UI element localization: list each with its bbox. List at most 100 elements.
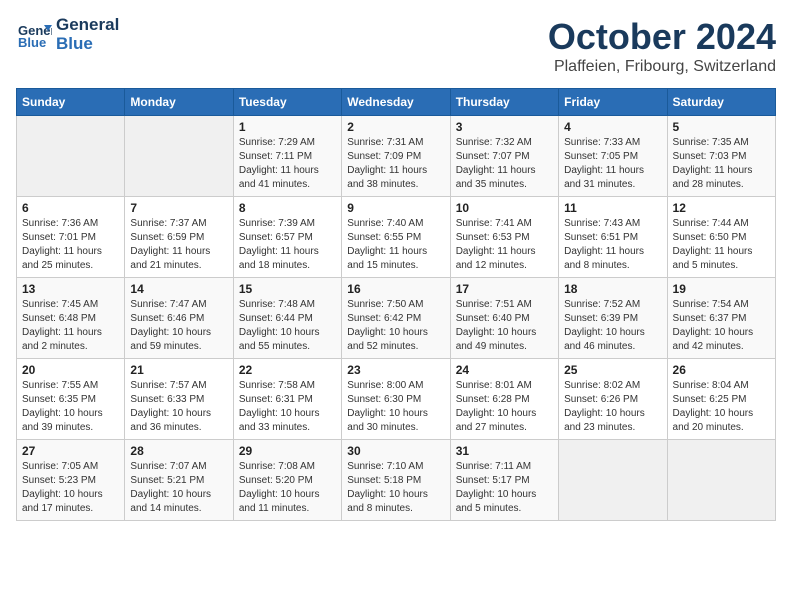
day-number: 8 xyxy=(239,201,336,215)
day-number: 30 xyxy=(347,444,444,458)
day-info: Sunrise: 7:47 AMSunset: 6:46 PMDaylight:… xyxy=(130,298,227,354)
day-info: Sunrise: 7:33 AMSunset: 7:05 PMDaylight:… xyxy=(564,136,661,192)
calendar-cell: 14Sunrise: 7:47 AMSunset: 6:46 PMDayligh… xyxy=(125,278,233,359)
day-info: Sunrise: 7:08 AMSunset: 5:20 PMDaylight:… xyxy=(239,460,336,516)
calendar-week-row: 27 Sunrise: 7:05 AMSunset: 5:23 PMDayligh… xyxy=(17,440,776,521)
day-info: Sunrise: 7:58 AMSunset: 6:31 PMDaylight:… xyxy=(239,379,336,435)
calendar-cell: 9Sunrise: 7:40 AMSunset: 6:55 PMDaylight… xyxy=(342,197,450,278)
day-number: 7 xyxy=(130,201,227,215)
day-number: 27 xyxy=(22,444,119,458)
calendar-cell: 22 Sunrise: 7:58 AMSunset: 6:31 PMDayligh… xyxy=(233,359,341,440)
calendar-cell: 18Sunrise: 7:52 AMSunset: 6:39 PMDayligh… xyxy=(559,278,667,359)
day-number: 10 xyxy=(456,201,553,215)
calendar-cell: 21Sunrise: 7:57 AMSunset: 6:33 PMDayligh… xyxy=(125,359,233,440)
day-number: 19 xyxy=(673,282,770,296)
day-info: Sunrise: 7:10 AMSunset: 5:18 PMDaylight:… xyxy=(347,460,444,516)
day-info: Sunrise: 7:45 AMSunset: 6:48 PMDaylight:… xyxy=(22,298,119,354)
calendar-cell: 2 Sunrise: 7:31 AMSunset: 7:09 PMDaylight… xyxy=(342,116,450,197)
calendar-cell: 31Sunrise: 7:11 AMSunset: 5:17 PMDayligh… xyxy=(450,440,558,521)
calendar-cell: 3Sunrise: 7:32 AMSunset: 7:07 PMDaylight… xyxy=(450,116,558,197)
day-number: 2 xyxy=(347,120,444,134)
day-number: 17 xyxy=(456,282,553,296)
logo-general: General xyxy=(56,16,119,35)
calendar-week-row: 20Sunrise: 7:55 AMSunset: 6:35 PMDayligh… xyxy=(17,359,776,440)
calendar-cell: 30 Sunrise: 7:10 AMSunset: 5:18 PMDayligh… xyxy=(342,440,450,521)
calendar-header-row: SundayMondayTuesdayWednesdayThursdayFrid… xyxy=(17,89,776,116)
calendar-cell xyxy=(667,440,775,521)
title-block: October 2024 Plaffeien, Fribourg, Switze… xyxy=(548,16,776,76)
column-header-thursday: Thursday xyxy=(450,89,558,116)
calendar-cell xyxy=(125,116,233,197)
column-header-monday: Monday xyxy=(125,89,233,116)
calendar-cell: 27 Sunrise: 7:05 AMSunset: 5:23 PMDayligh… xyxy=(17,440,125,521)
day-info: Sunrise: 7:35 AMSunset: 7:03 PMDaylight:… xyxy=(673,136,770,192)
calendar-cell: 17Sunrise: 7:51 AMSunset: 6:40 PMDayligh… xyxy=(450,278,558,359)
day-number: 28 xyxy=(130,444,227,458)
day-info: Sunrise: 7:52 AMSunset: 6:39 PMDaylight:… xyxy=(564,298,661,354)
day-number: 20 xyxy=(22,363,119,377)
day-info: Sunrise: 7:31 AMSunset: 7:09 PMDaylight:… xyxy=(347,136,444,192)
calendar-cell: 10 Sunrise: 7:41 AMSunset: 6:53 PMDayligh… xyxy=(450,197,558,278)
calendar-table: SundayMondayTuesdayWednesdayThursdayFrid… xyxy=(16,88,776,521)
calendar-week-row: 13 Sunrise: 7:45 AMSunset: 6:48 PMDayligh… xyxy=(17,278,776,359)
day-info: Sunrise: 7:43 AMSunset: 6:51 PMDaylight:… xyxy=(564,217,661,273)
day-number: 25 xyxy=(564,363,661,377)
location-subtitle: Plaffeien, Fribourg, Switzerland xyxy=(548,58,776,76)
calendar-cell: 26Sunrise: 8:04 AMSunset: 6:25 PMDayligh… xyxy=(667,359,775,440)
day-number: 26 xyxy=(673,363,770,377)
calendar-cell: 20Sunrise: 7:55 AMSunset: 6:35 PMDayligh… xyxy=(17,359,125,440)
column-header-tuesday: Tuesday xyxy=(233,89,341,116)
day-number: 29 xyxy=(239,444,336,458)
calendar-cell: 19 Sunrise: 7:54 AMSunset: 6:37 PMDayligh… xyxy=(667,278,775,359)
day-info: Sunrise: 7:29 AMSunset: 7:11 PMDaylight:… xyxy=(239,136,336,192)
calendar-cell: 1Sunrise: 7:29 AMSunset: 7:11 PMDaylight… xyxy=(233,116,341,197)
logo: General Blue General Blue xyxy=(16,16,119,53)
day-number: 12 xyxy=(673,201,770,215)
day-number: 6 xyxy=(22,201,119,215)
calendar-week-row: 1Sunrise: 7:29 AMSunset: 7:11 PMDaylight… xyxy=(17,116,776,197)
calendar-cell xyxy=(559,440,667,521)
column-header-saturday: Saturday xyxy=(667,89,775,116)
day-number: 13 xyxy=(22,282,119,296)
day-number: 15 xyxy=(239,282,336,296)
logo-icon: General Blue xyxy=(16,17,52,53)
calendar-cell: 6 Sunrise: 7:36 AMSunset: 7:01 PMDaylight… xyxy=(17,197,125,278)
day-info: Sunrise: 7:48 AMSunset: 6:44 PMDaylight:… xyxy=(239,298,336,354)
day-info: Sunrise: 7:07 AMSunset: 5:21 PMDaylight:… xyxy=(130,460,227,516)
calendar-cell: 5 Sunrise: 7:35 AMSunset: 7:03 PMDaylight… xyxy=(667,116,775,197)
day-number: 21 xyxy=(130,363,227,377)
day-number: 4 xyxy=(564,120,661,134)
day-number: 3 xyxy=(456,120,553,134)
calendar-cell: 8Sunrise: 7:39 AMSunset: 6:57 PMDaylight… xyxy=(233,197,341,278)
day-number: 24 xyxy=(456,363,553,377)
calendar-cell: 25 Sunrise: 8:02 AMSunset: 6:26 PMDayligh… xyxy=(559,359,667,440)
calendar-cell: 24Sunrise: 8:01 AMSunset: 6:28 PMDayligh… xyxy=(450,359,558,440)
day-info: Sunrise: 7:05 AMSunset: 5:23 PMDaylight:… xyxy=(22,460,119,516)
calendar-cell: 13 Sunrise: 7:45 AMSunset: 6:48 PMDayligh… xyxy=(17,278,125,359)
calendar-cell: 28 Sunrise: 7:07 AMSunset: 5:21 PMDayligh… xyxy=(125,440,233,521)
svg-text:Blue: Blue xyxy=(18,35,46,50)
calendar-cell: 15 Sunrise: 7:48 AMSunset: 6:44 PMDayligh… xyxy=(233,278,341,359)
day-info: Sunrise: 8:02 AMSunset: 6:26 PMDaylight:… xyxy=(564,379,661,435)
calendar-cell: 23Sunrise: 8:00 AMSunset: 6:30 PMDayligh… xyxy=(342,359,450,440)
logo-blue: Blue xyxy=(56,35,119,54)
calendar-cell: 16 Sunrise: 7:50 AMSunset: 6:42 PMDayligh… xyxy=(342,278,450,359)
day-number: 22 xyxy=(239,363,336,377)
calendar-week-row: 6 Sunrise: 7:36 AMSunset: 7:01 PMDaylight… xyxy=(17,197,776,278)
month-title: October 2024 xyxy=(548,16,776,58)
day-info: Sunrise: 7:50 AMSunset: 6:42 PMDaylight:… xyxy=(347,298,444,354)
calendar-cell xyxy=(17,116,125,197)
column-header-wednesday: Wednesday xyxy=(342,89,450,116)
calendar-cell: 12 Sunrise: 7:44 AMSunset: 6:50 PMDayligh… xyxy=(667,197,775,278)
page-header: General Blue General Blue October 2024 P… xyxy=(16,16,776,76)
day-info: Sunrise: 7:54 AMSunset: 6:37 PMDaylight:… xyxy=(673,298,770,354)
day-info: Sunrise: 7:36 AMSunset: 7:01 PMDaylight:… xyxy=(22,217,119,273)
day-info: Sunrise: 7:37 AMSunset: 6:59 PMDaylight:… xyxy=(130,217,227,273)
day-number: 5 xyxy=(673,120,770,134)
day-info: Sunrise: 7:44 AMSunset: 6:50 PMDaylight:… xyxy=(673,217,770,273)
day-info: Sunrise: 7:40 AMSunset: 6:55 PMDaylight:… xyxy=(347,217,444,273)
day-info: Sunrise: 7:41 AMSunset: 6:53 PMDaylight:… xyxy=(456,217,553,273)
day-info: Sunrise: 7:11 AMSunset: 5:17 PMDaylight:… xyxy=(456,460,553,516)
day-number: 16 xyxy=(347,282,444,296)
day-info: Sunrise: 8:00 AMSunset: 6:30 PMDaylight:… xyxy=(347,379,444,435)
